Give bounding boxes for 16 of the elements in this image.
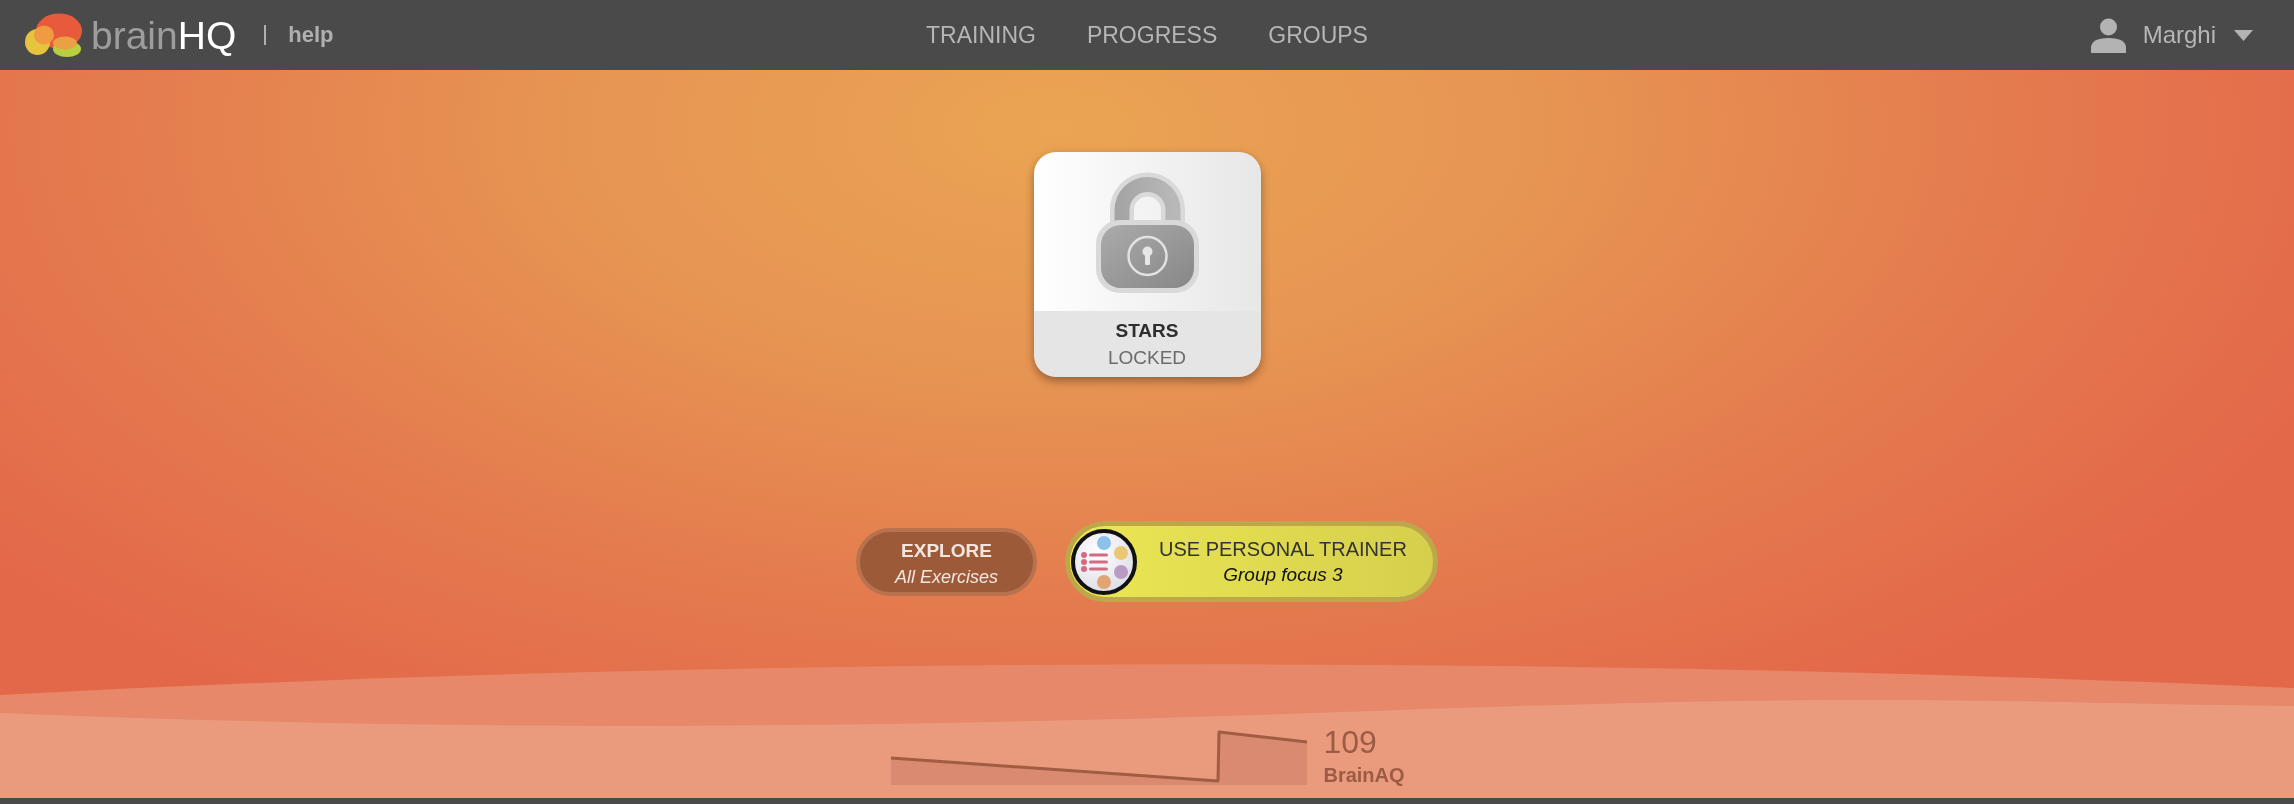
user-icon xyxy=(2090,17,2126,53)
logo-wordmark: brainHQ xyxy=(91,15,237,55)
brainaq-label: BrainAQ xyxy=(1323,765,1405,785)
nav-link[interactable]: PROGRESS xyxy=(1086,23,1218,47)
brainaq-score: 109 xyxy=(1323,726,1378,758)
explore-button[interactable]: EXPLORE All Exercises xyxy=(856,527,1037,596)
nav-link[interactable]: TRAINING xyxy=(926,23,1036,47)
tile-status: LOCKED xyxy=(1107,346,1187,370)
caret-down-icon xyxy=(2234,29,2253,41)
user-menu-button[interactable]: Marghi xyxy=(2090,17,2253,53)
nav-link[interactable]: GROUPS xyxy=(1268,23,1368,47)
tile-title: STARS xyxy=(1115,319,1179,343)
personal-trainer-button[interactable]: USE PERSONAL TRAINER Group focus 3 xyxy=(1065,521,1438,602)
brain-logo-icon xyxy=(25,13,82,57)
list-circle-icon xyxy=(1071,528,1137,595)
help-link[interactable]: help xyxy=(288,24,334,46)
